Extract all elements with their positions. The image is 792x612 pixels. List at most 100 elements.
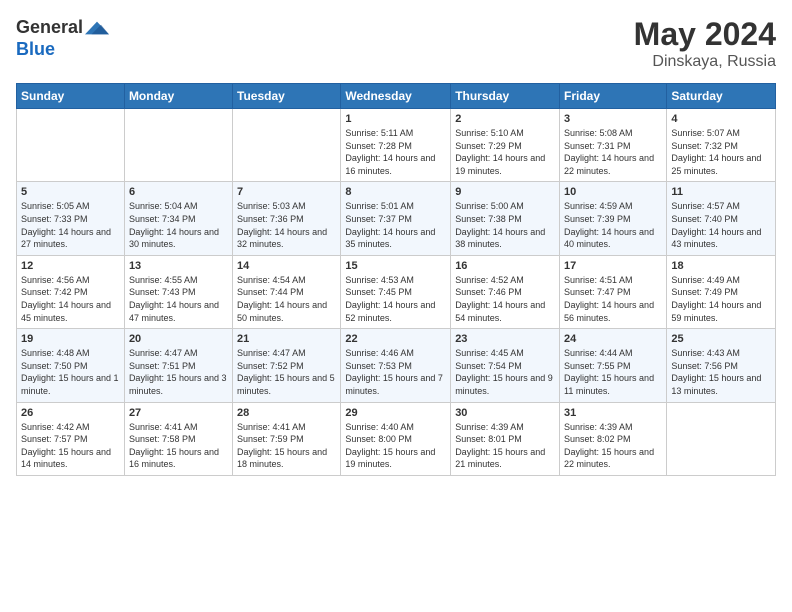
calendar-cell: 1Sunrise: 5:11 AMSunset: 7:28 PMDaylight… <box>341 109 451 182</box>
calendar-cell: 30 Sunrise: 4:39 AMSunset: 8:01 PMDayligh… <box>451 402 560 475</box>
day-info: Sunrise: 4:56 AMSunset: 7:42 PMDaylight:… <box>21 274 120 324</box>
calendar-cell: 7 Sunrise: 5:03 AMSunset: 7:36 PMDaylight… <box>233 182 341 255</box>
day-number: 28 <box>237 407 336 419</box>
calendar-cell: 22Sunrise: 4:46 AMSunset: 7:53 PMDayligh… <box>341 329 451 402</box>
day-number: 2 <box>455 113 555 125</box>
day-info: Sunrise: 4:41 AMSunset: 7:59 PMDaylight:… <box>237 421 336 471</box>
day-number: 12 <box>21 260 120 272</box>
day-info: Sunrise: 5:05 AMSunset: 7:33 PMDaylight:… <box>21 200 120 250</box>
day-info: Sunrise: 5:07 AMSunset: 7:32 PMDaylight:… <box>671 127 771 177</box>
calendar-cell: 20Sunrise: 4:47 AMSunset: 7:51 PMDayligh… <box>124 329 232 402</box>
day-number: 14 <box>237 260 336 272</box>
calendar-day-header: Sunday <box>17 84 125 109</box>
day-info: Sunrise: 5:00 AMSunset: 7:38 PMDaylight:… <box>455 200 555 250</box>
calendar-cell <box>17 109 125 182</box>
day-info: Sunrise: 4:57 AMSunset: 7:40 PMDaylight:… <box>671 200 771 250</box>
calendar-cell <box>233 109 341 182</box>
calendar-cell: 14 Sunrise: 4:54 AMSunset: 7:44 PMDayligh… <box>233 255 341 328</box>
day-number: 16 <box>455 260 555 272</box>
calendar-week-row: 5Sunrise: 5:05 AMSunset: 7:33 PMDaylight… <box>17 182 776 255</box>
calendar-cell: 11 Sunrise: 4:57 AMSunset: 7:40 PMDayligh… <box>667 182 776 255</box>
calendar-cell: 31 Sunrise: 4:39 AMSunset: 8:02 PMDayligh… <box>560 402 667 475</box>
day-info: Sunrise: 4:49 AMSunset: 7:49 PMDaylight:… <box>671 274 771 324</box>
day-info: Sunrise: 4:42 AMSunset: 7:57 PMDaylight:… <box>21 421 120 471</box>
day-number: 4 <box>671 113 771 125</box>
calendar-cell: 2 Sunrise: 5:10 AMSunset: 7:29 PMDaylight… <box>451 109 560 182</box>
day-info: Sunrise: 4:46 AMSunset: 7:53 PMDaylight:… <box>345 347 446 397</box>
day-number: 19 <box>21 333 120 345</box>
day-number: 8 <box>345 186 446 198</box>
calendar-cell: 27 Sunrise: 4:41 AMSunset: 7:58 PMDayligh… <box>124 402 232 475</box>
calendar-day-header: Tuesday <box>233 84 341 109</box>
calendar-cell <box>667 402 776 475</box>
calendar-cell: 15 Sunrise: 4:53 AMSunset: 7:45 PMDayligh… <box>341 255 451 328</box>
calendar-cell: 17Sunrise: 4:51 AMSunset: 7:47 PMDayligh… <box>560 255 667 328</box>
calendar-cell: 5Sunrise: 5:05 AMSunset: 7:33 PMDaylight… <box>17 182 125 255</box>
day-info: Sunrise: 4:40 AMSunset: 8:00 PMDaylight:… <box>345 421 446 471</box>
day-info: Sunrise: 4:45 AMSunset: 7:54 PMDaylight:… <box>455 347 555 397</box>
day-number: 30 <box>455 407 555 419</box>
day-number: 24 <box>564 333 662 345</box>
day-number: 13 <box>129 260 228 272</box>
day-number: 3 <box>564 113 662 125</box>
calendar-week-row: 1Sunrise: 5:11 AMSunset: 7:28 PMDaylight… <box>17 109 776 182</box>
day-number: 9 <box>455 186 555 198</box>
logo: General Blue <box>16 16 109 60</box>
title-block: May 2024 Dinskaya, Russia <box>634 16 776 71</box>
day-number: 26 <box>21 407 120 419</box>
calendar-cell: 10Sunrise: 4:59 AMSunset: 7:39 PMDayligh… <box>560 182 667 255</box>
day-number: 23 <box>455 333 555 345</box>
calendar-cell: 26 Sunrise: 4:42 AMSunset: 7:57 PMDayligh… <box>17 402 125 475</box>
calendar-cell: 4 Sunrise: 5:07 AMSunset: 7:32 PMDaylight… <box>667 109 776 182</box>
day-number: 10 <box>564 186 662 198</box>
day-info: Sunrise: 4:39 AMSunset: 8:01 PMDaylight:… <box>455 421 555 471</box>
day-info: Sunrise: 4:51 AMSunset: 7:47 PMDaylight:… <box>564 274 662 324</box>
calendar-week-row: 12 Sunrise: 4:56 AMSunset: 7:42 PMDayligh… <box>17 255 776 328</box>
calendar-cell: 3Sunrise: 5:08 AMSunset: 7:31 PMDaylight… <box>560 109 667 182</box>
calendar-cell: 18Sunrise: 4:49 AMSunset: 7:49 PMDayligh… <box>667 255 776 328</box>
logo-text: General Blue <box>16 16 109 60</box>
day-info: Sunrise: 4:44 AMSunset: 7:55 PMDaylight:… <box>564 347 662 397</box>
calendar-day-header: Wednesday <box>341 84 451 109</box>
day-info: Sunrise: 4:52 AMSunset: 7:46 PMDaylight:… <box>455 274 555 324</box>
day-info: Sunrise: 5:03 AMSunset: 7:36 PMDaylight:… <box>237 200 336 250</box>
day-info: Sunrise: 4:47 AMSunset: 7:51 PMDaylight:… <box>129 347 228 397</box>
calendar-cell: 21 Sunrise: 4:47 AMSunset: 7:52 PMDayligh… <box>233 329 341 402</box>
day-info: Sunrise: 4:48 AMSunset: 7:50 PMDaylight:… <box>21 347 120 397</box>
day-info: Sunrise: 5:10 AMSunset: 7:29 PMDaylight:… <box>455 127 555 177</box>
day-info: Sunrise: 4:41 AMSunset: 7:58 PMDaylight:… <box>129 421 228 471</box>
day-number: 27 <box>129 407 228 419</box>
calendar-cell: 28 Sunrise: 4:41 AMSunset: 7:59 PMDayligh… <box>233 402 341 475</box>
calendar-header-row: SundayMondayTuesdayWednesdayThursdayFrid… <box>17 84 776 109</box>
calendar-day-header: Saturday <box>667 84 776 109</box>
day-number: 31 <box>564 407 662 419</box>
day-number: 11 <box>671 186 771 198</box>
calendar-day-header: Thursday <box>451 84 560 109</box>
day-number: 29 <box>345 407 446 419</box>
day-number: 6 <box>129 186 228 198</box>
calendar-cell: 6Sunrise: 5:04 AMSunset: 7:34 PMDaylight… <box>124 182 232 255</box>
day-number: 25 <box>671 333 771 345</box>
day-info: Sunrise: 5:11 AMSunset: 7:28 PMDaylight:… <box>345 127 446 177</box>
day-number: 15 <box>345 260 446 272</box>
calendar-day-header: Friday <box>560 84 667 109</box>
calendar-cell <box>124 109 232 182</box>
calendar-cell: 23 Sunrise: 4:45 AMSunset: 7:54 PMDayligh… <box>451 329 560 402</box>
calendar-cell: 19 Sunrise: 4:48 AMSunset: 7:50 PMDayligh… <box>17 329 125 402</box>
logo-icon <box>85 16 109 40</box>
day-info: Sunrise: 4:53 AMSunset: 7:45 PMDaylight:… <box>345 274 446 324</box>
day-info: Sunrise: 4:39 AMSunset: 8:02 PMDaylight:… <box>564 421 662 471</box>
calendar-cell: 9 Sunrise: 5:00 AMSunset: 7:38 PMDaylight… <box>451 182 560 255</box>
header: General Blue May 2024 Dinskaya, Russia <box>16 16 776 71</box>
day-number: 21 <box>237 333 336 345</box>
calendar-cell: 24 Sunrise: 4:44 AMSunset: 7:55 PMDayligh… <box>560 329 667 402</box>
calendar-cell: 8 Sunrise: 5:01 AMSunset: 7:37 PMDaylight… <box>341 182 451 255</box>
day-info: Sunrise: 5:01 AMSunset: 7:37 PMDaylight:… <box>345 200 446 250</box>
day-info: Sunrise: 4:54 AMSunset: 7:44 PMDaylight:… <box>237 274 336 324</box>
day-info: Sunrise: 4:55 AMSunset: 7:43 PMDaylight:… <box>129 274 228 324</box>
day-info: Sunrise: 4:47 AMSunset: 7:52 PMDaylight:… <box>237 347 336 397</box>
month-year: May 2024 <box>634 16 776 53</box>
calendar-cell: 25 Sunrise: 4:43 AMSunset: 7:56 PMDayligh… <box>667 329 776 402</box>
day-number: 7 <box>237 186 336 198</box>
day-info: Sunrise: 4:43 AMSunset: 7:56 PMDaylight:… <box>671 347 771 397</box>
